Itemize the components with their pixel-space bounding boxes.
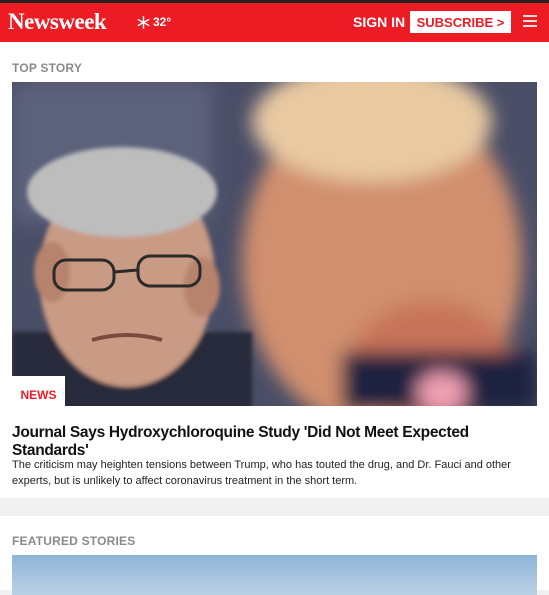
newsweek-logo[interactable]: Newsweek — [8, 9, 107, 35]
featured-stories-label: FEATURED STORIES — [12, 534, 136, 548]
top-story-label: TOP STORY — [12, 61, 83, 75]
top-story-headline[interactable]: Journal Says Hydroxychloroquine Study 'D… — [12, 424, 537, 460]
category-badge[interactable]: NEWS — [12, 376, 65, 406]
featured-stories-card: FEATURED STORIES — [0, 516, 549, 595]
snowflake-icon — [137, 15, 150, 29]
temperature-text: 32° — [153, 15, 172, 29]
featured-story-image[interactable] — [12, 555, 537, 595]
site-header: Newsweek 32° SIGN IN SUBSCRIBE > — [0, 3, 549, 42]
top-story-card: TOP STORY NEWS Journal Says Hydroxychlor… — [0, 42, 549, 498]
hamburger-menu-icon[interactable] — [523, 15, 537, 29]
subscribe-button[interactable]: SUBSCRIBE > — [410, 11, 511, 33]
sign-in-link[interactable]: SIGN IN — [353, 14, 405, 30]
top-story-summary: The criticism may heighten tensions betw… — [12, 459, 511, 487]
weather-widget[interactable]: 32° — [137, 15, 171, 29]
top-story-image[interactable] — [12, 82, 537, 406]
